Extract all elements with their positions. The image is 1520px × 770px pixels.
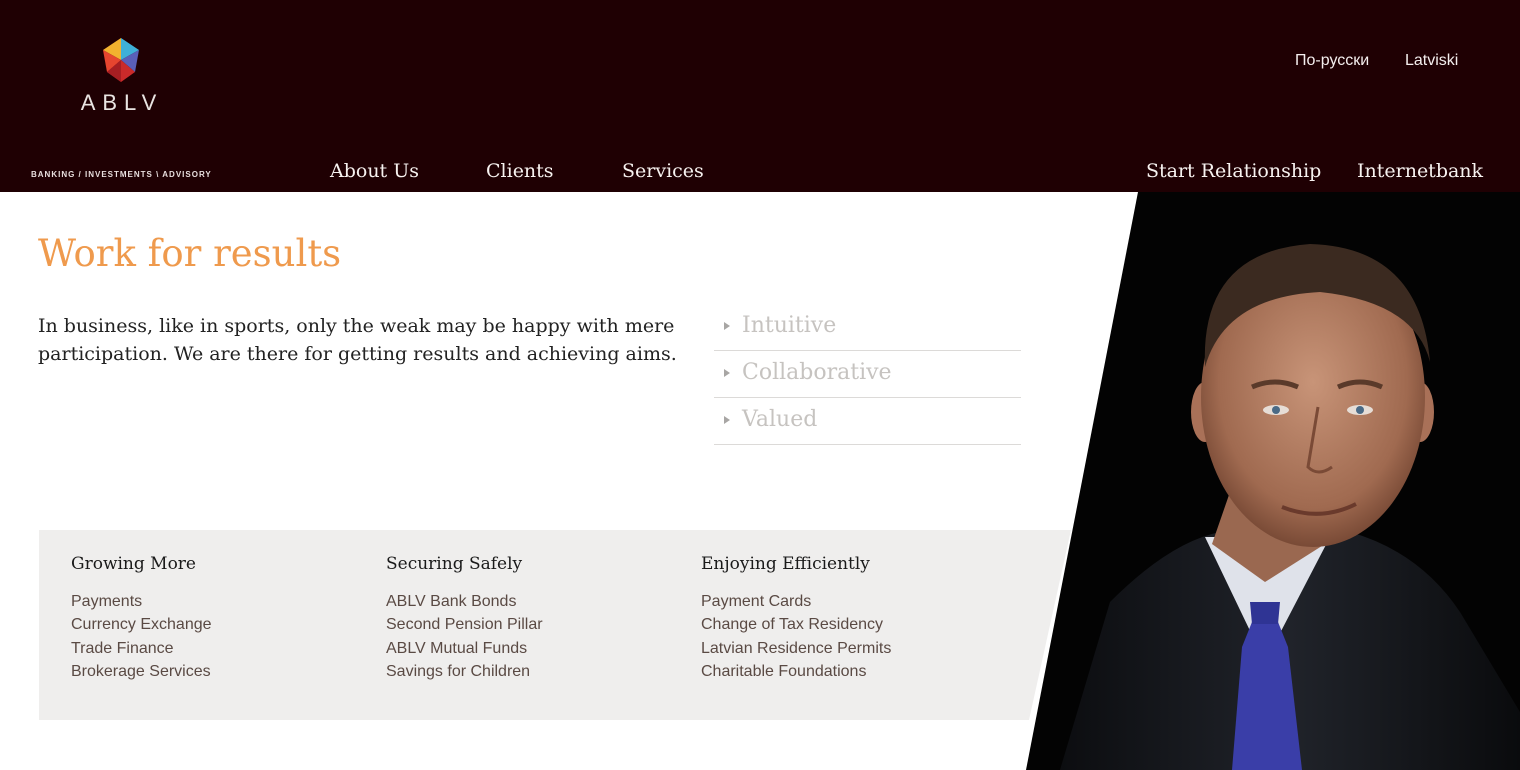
- service-link[interactable]: Payment Cards: [701, 590, 891, 613]
- service-link[interactable]: Latvian Residence Permits: [701, 637, 891, 660]
- logo-icon: [103, 38, 139, 82]
- logo-text: ABLV: [80, 90, 164, 115]
- nav-clients[interactable]: Clients: [486, 160, 554, 182]
- service-link[interactable]: Change of Tax Residency: [701, 613, 891, 636]
- services-panel: Growing More Payments Currency Exchange …: [39, 530, 1071, 720]
- value-item[interactable]: Intuitive: [714, 304, 1021, 351]
- intro-text: In business, like in sports, only the we…: [38, 315, 677, 365]
- nav-about-us[interactable]: About Us: [330, 160, 419, 182]
- value-label: Collaborative: [742, 360, 892, 385]
- service-link[interactable]: Currency Exchange: [71, 613, 212, 636]
- service-link[interactable]: Brokerage Services: [71, 660, 212, 683]
- service-link[interactable]: Trade Finance: [71, 637, 212, 660]
- lang-latvian[interactable]: Latviski: [1405, 52, 1458, 70]
- nav-start-relationship[interactable]: Start Relationship: [1146, 160, 1321, 182]
- column-heading: Growing More: [71, 554, 196, 574]
- service-link[interactable]: Charitable Foundations: [701, 660, 891, 683]
- services-column-growing: Growing More Payments Currency Exchange …: [71, 554, 212, 683]
- value-label: Valued: [742, 407, 818, 432]
- page-title: Work for results: [38, 232, 342, 275]
- value-label: Intuitive: [742, 313, 837, 338]
- logo-link[interactable]: ABLV: [76, 38, 168, 118]
- service-link[interactable]: Savings for Children: [386, 660, 543, 683]
- nav-services[interactable]: Services: [622, 160, 704, 182]
- column-heading: Enjoying Efficiently: [701, 554, 870, 574]
- triangle-right-icon: [724, 322, 730, 330]
- tagline: BANKING / INVESTMENTS \ ADVISORY: [31, 170, 212, 179]
- column-heading: Securing Safely: [386, 554, 523, 574]
- site-header: ABLV BANKING / INVESTMENTS \ ADVISORY По…: [0, 0, 1520, 192]
- services-column-securing: Securing Safely ABLV Bank Bonds Second P…: [386, 554, 543, 683]
- triangle-right-icon: [724, 369, 730, 377]
- portrait-image: [1060, 244, 1520, 770]
- nav-internetbank[interactable]: Internetbank: [1357, 160, 1483, 182]
- value-item[interactable]: Valued: [714, 398, 1021, 445]
- portrait-photo: [1026, 192, 1520, 770]
- lang-russian[interactable]: По-русски: [1295, 52, 1369, 70]
- triangle-right-icon: [724, 416, 730, 424]
- service-link[interactable]: ABLV Mutual Funds: [386, 637, 543, 660]
- value-item[interactable]: Collaborative: [714, 351, 1021, 398]
- services-column-enjoying: Enjoying Efficiently Payment Cards Chang…: [701, 554, 891, 683]
- values-list: Intuitive Collaborative Valued: [714, 304, 1021, 445]
- service-link[interactable]: Second Pension Pillar: [386, 613, 543, 636]
- service-link[interactable]: Payments: [71, 590, 212, 613]
- service-link[interactable]: ABLV Bank Bonds: [386, 590, 543, 613]
